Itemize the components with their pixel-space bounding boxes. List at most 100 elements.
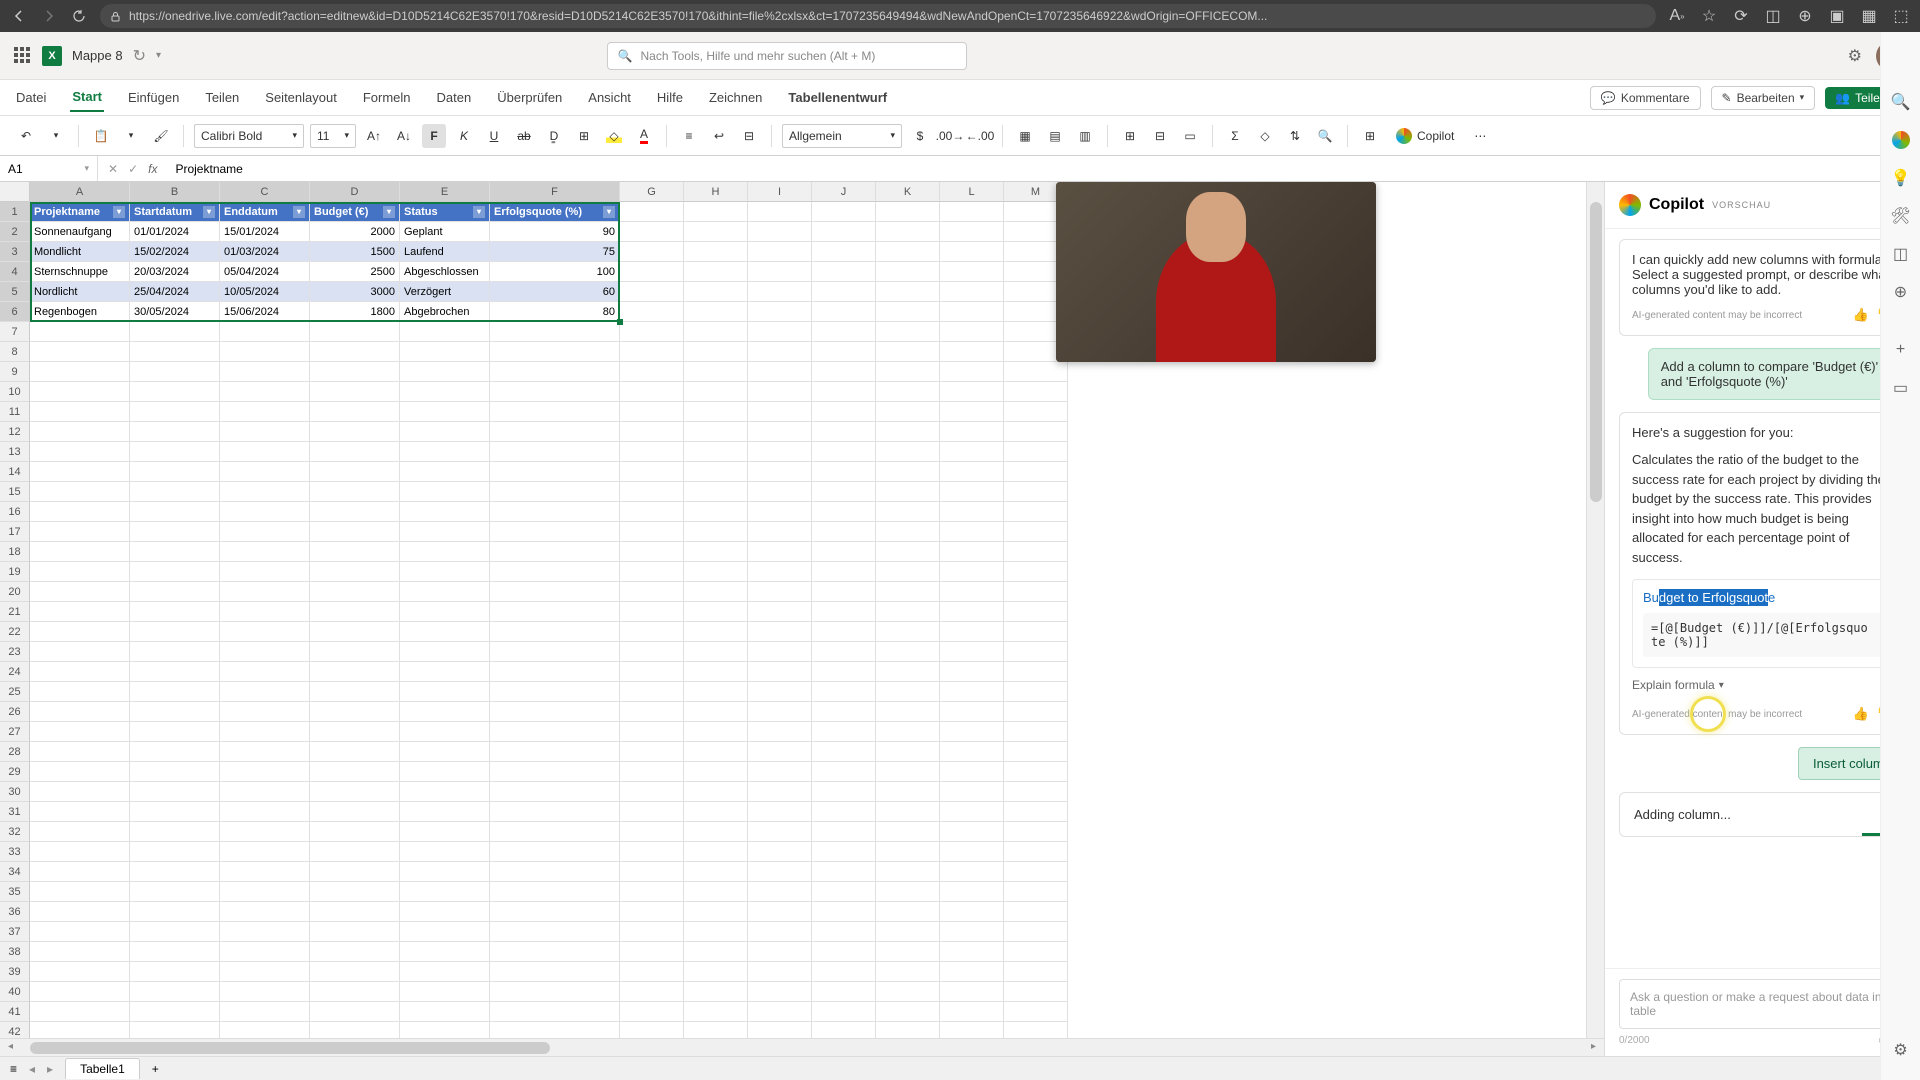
table-cell[interactable]: Regenbogen — [30, 302, 130, 322]
empty-cell[interactable] — [30, 542, 130, 562]
empty-cell[interactable] — [130, 342, 220, 362]
table-header-cell[interactable]: Startdatum▾ — [130, 202, 220, 222]
empty-cell[interactable] — [940, 342, 1004, 362]
empty-cell[interactable] — [30, 562, 130, 582]
row-header[interactable]: 35 — [0, 882, 30, 902]
empty-cell[interactable] — [684, 582, 748, 602]
rt-ideas-icon[interactable]: 💡 — [1891, 168, 1911, 188]
empty-cell[interactable] — [30, 822, 130, 842]
row-header[interactable]: 27 — [0, 722, 30, 742]
empty-cell[interactable] — [1004, 702, 1068, 722]
empty-cell[interactable] — [220, 582, 310, 602]
add-sheet-icon[interactable]: + — [152, 1062, 159, 1076]
empty-cell[interactable] — [130, 1002, 220, 1022]
empty-cell[interactable] — [876, 242, 940, 262]
empty-cell[interactable] — [812, 482, 876, 502]
empty-cell[interactable] — [490, 702, 620, 722]
empty-cell[interactable] — [620, 202, 684, 222]
empty-cell[interactable] — [876, 822, 940, 842]
empty-cell[interactable] — [940, 962, 1004, 982]
empty-cell[interactable] — [310, 682, 400, 702]
empty-cell[interactable] — [400, 382, 490, 402]
empty-cell[interactable] — [748, 882, 812, 902]
empty-cell[interactable] — [940, 842, 1004, 862]
empty-cell[interactable] — [400, 1002, 490, 1022]
row-header[interactable]: 1 — [0, 202, 30, 222]
empty-cell[interactable] — [30, 962, 130, 982]
empty-cell[interactable] — [876, 782, 940, 802]
empty-cell[interactable] — [876, 202, 940, 222]
empty-cell[interactable] — [30, 582, 130, 602]
empty-cell[interactable] — [940, 202, 1004, 222]
wrap-button[interactable]: ↩ — [707, 124, 731, 148]
empty-cell[interactable] — [876, 842, 940, 862]
empty-cell[interactable] — [876, 882, 940, 902]
row-header[interactable]: 2 — [0, 222, 30, 242]
empty-cell[interactable] — [30, 602, 130, 622]
empty-cell[interactable] — [400, 902, 490, 922]
table-cell[interactable]: Sternschnuppe — [30, 262, 130, 282]
row-header[interactable]: 24 — [0, 662, 30, 682]
empty-cell[interactable] — [220, 402, 310, 422]
tab-formeln[interactable]: Formeln — [361, 84, 413, 111]
tab-seitenlayout[interactable]: Seitenlayout — [263, 84, 339, 111]
empty-cell[interactable] — [220, 822, 310, 842]
empty-cell[interactable] — [684, 402, 748, 422]
empty-cell[interactable] — [940, 822, 1004, 842]
file-title[interactable]: Mappe 8 — [72, 48, 123, 63]
empty-cell[interactable] — [130, 602, 220, 622]
empty-cell[interactable] — [876, 662, 940, 682]
table-header-cell[interactable]: Projektname▾ — [30, 202, 130, 222]
comments-button[interactable]: 💬Kommentare — [1590, 86, 1701, 110]
empty-cell[interactable] — [940, 562, 1004, 582]
table-cell[interactable]: 2000 — [310, 222, 400, 242]
url-bar[interactable]: https://onedrive.live.com/edit?action=ed… — [100, 4, 1656, 28]
empty-cell[interactable] — [812, 742, 876, 762]
addins-button[interactable]: ⊞ — [1358, 124, 1382, 148]
empty-cell[interactable] — [400, 922, 490, 942]
tab-ansicht[interactable]: Ansicht — [586, 84, 633, 111]
empty-cell[interactable] — [748, 482, 812, 502]
empty-cell[interactable] — [812, 862, 876, 882]
empty-cell[interactable] — [490, 722, 620, 742]
empty-cell[interactable] — [1004, 502, 1068, 522]
copilot-button[interactable]: Copilot — [1388, 125, 1462, 147]
empty-cell[interactable] — [310, 862, 400, 882]
empty-cell[interactable] — [220, 762, 310, 782]
empty-cell[interactable] — [490, 462, 620, 482]
empty-cell[interactable] — [684, 502, 748, 522]
empty-cell[interactable] — [876, 502, 940, 522]
empty-cell[interactable] — [1004, 642, 1068, 662]
empty-cell[interactable] — [400, 522, 490, 542]
empty-cell[interactable] — [220, 882, 310, 902]
empty-cell[interactable] — [310, 362, 400, 382]
edit-button[interactable]: ✎Bearbeiten▾ — [1711, 86, 1816, 110]
empty-cell[interactable] — [684, 822, 748, 842]
empty-cell[interactable] — [1004, 842, 1068, 862]
empty-cell[interactable] — [130, 702, 220, 722]
empty-cell[interactable] — [876, 362, 940, 382]
empty-cell[interactable] — [220, 862, 310, 882]
empty-cell[interactable] — [490, 982, 620, 1002]
empty-cell[interactable] — [620, 922, 684, 942]
filter-dropdown-icon[interactable]: ▾ — [473, 206, 485, 218]
table-cell[interactable]: Verzögert — [400, 282, 490, 302]
empty-cell[interactable] — [940, 542, 1004, 562]
empty-cell[interactable] — [1004, 862, 1068, 882]
table-header-cell[interactable]: Enddatum▾ — [220, 202, 310, 222]
empty-cell[interactable] — [310, 422, 400, 442]
empty-cell[interactable] — [400, 722, 490, 742]
empty-cell[interactable] — [1004, 802, 1068, 822]
empty-cell[interactable] — [490, 942, 620, 962]
empty-cell[interactable] — [940, 622, 1004, 642]
empty-cell[interactable] — [130, 462, 220, 482]
empty-cell[interactable] — [620, 322, 684, 342]
empty-cell[interactable] — [130, 762, 220, 782]
empty-cell[interactable] — [620, 1002, 684, 1022]
forward-icon[interactable] — [40, 7, 58, 25]
currency-button[interactable]: $ — [908, 124, 932, 148]
empty-cell[interactable] — [310, 902, 400, 922]
empty-cell[interactable] — [876, 622, 940, 642]
empty-cell[interactable] — [490, 922, 620, 942]
paste-button[interactable]: 📋 — [89, 124, 113, 148]
